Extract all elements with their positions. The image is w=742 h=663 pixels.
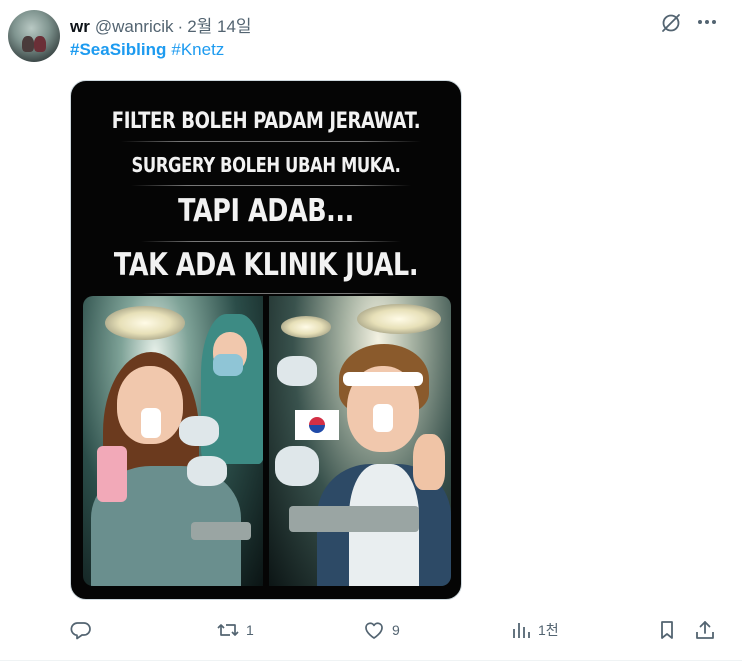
tweet-image[interactable]: FILTER BOLEH PADAM JERAWAT. SURGERY BOLE… (70, 80, 462, 600)
korean-flag (295, 410, 339, 440)
separator-dot: · (177, 17, 184, 36)
author-name[interactable]: wr (70, 17, 90, 37)
reply-icon (70, 619, 92, 641)
views-button[interactable]: 1천 (510, 616, 559, 644)
image-caption-line: TAK ADA KLINIK JUAL. (113, 247, 419, 283)
image-caption-line: TAPI ADAB... (178, 193, 354, 229)
nose-bandage (373, 404, 393, 432)
illustration-left-panel (83, 296, 263, 586)
surgeon-glove (275, 446, 319, 486)
surgeon-glove (187, 456, 227, 486)
retweet-button[interactable]: 1 (216, 616, 254, 644)
retweet-count: 1 (246, 622, 254, 638)
tweet: wr @wanricik · 2월 14일 #SeaSibling #Knetz … (0, 0, 742, 663)
retweet-icon (216, 619, 240, 641)
caption-divider (141, 241, 401, 242)
heart-icon (362, 619, 386, 641)
share-icon (694, 619, 716, 641)
tweet-date[interactable]: 2월 14일 (187, 12, 251, 37)
tweet-divider (0, 660, 742, 661)
like-count: 9 (392, 622, 400, 638)
bookmark-icon (656, 619, 678, 641)
image-caption-line: FILTER BOLEH PADAM JERAWAT. (111, 109, 421, 134)
illustration-right-panel (269, 296, 451, 586)
avatar-figure-right (34, 36, 46, 52)
bookmark-button[interactable] (656, 616, 678, 644)
views-count: 1천 (538, 622, 559, 638)
surgeon-glove (277, 356, 317, 386)
hashtag-link[interactable]: #SeaSibling (70, 40, 166, 59)
surgical-lamp (281, 316, 331, 338)
patient-phone (97, 446, 127, 502)
instrument-tray (289, 506, 419, 532)
surgeon-glove (179, 416, 219, 446)
author-handle[interactable]: @wanricik (95, 17, 174, 37)
share-button[interactable] (694, 616, 716, 644)
instrument-tray (191, 522, 251, 540)
grok-icon[interactable] (660, 12, 682, 34)
more-options-icon[interactable] (694, 10, 720, 34)
caption-divider (141, 293, 401, 294)
avatar[interactable] (8, 10, 60, 62)
head-bandage (343, 372, 423, 386)
tweet-header: wr @wanricik · 2월 14일 (70, 12, 252, 37)
tweet-text: #SeaSibling #Knetz (70, 40, 224, 60)
surgeon-mask (213, 354, 243, 376)
caption-divider (121, 141, 421, 142)
hashtag-link[interactable]: #Knetz (171, 40, 224, 59)
nose-bandage (141, 408, 161, 438)
peace-sign-hand (413, 434, 445, 490)
tweet-actions: 1 9 1천 (0, 612, 742, 648)
reply-button[interactable] (70, 616, 98, 644)
avatar-figure-left (22, 36, 34, 52)
views-icon (510, 619, 532, 641)
image-caption-line: SURGERY BOLEH UBAH MUKA. (131, 153, 401, 177)
caption-divider (131, 185, 411, 186)
like-button[interactable]: 9 (362, 616, 400, 644)
surgical-lamp (357, 304, 441, 334)
surgical-lamp (105, 306, 185, 340)
